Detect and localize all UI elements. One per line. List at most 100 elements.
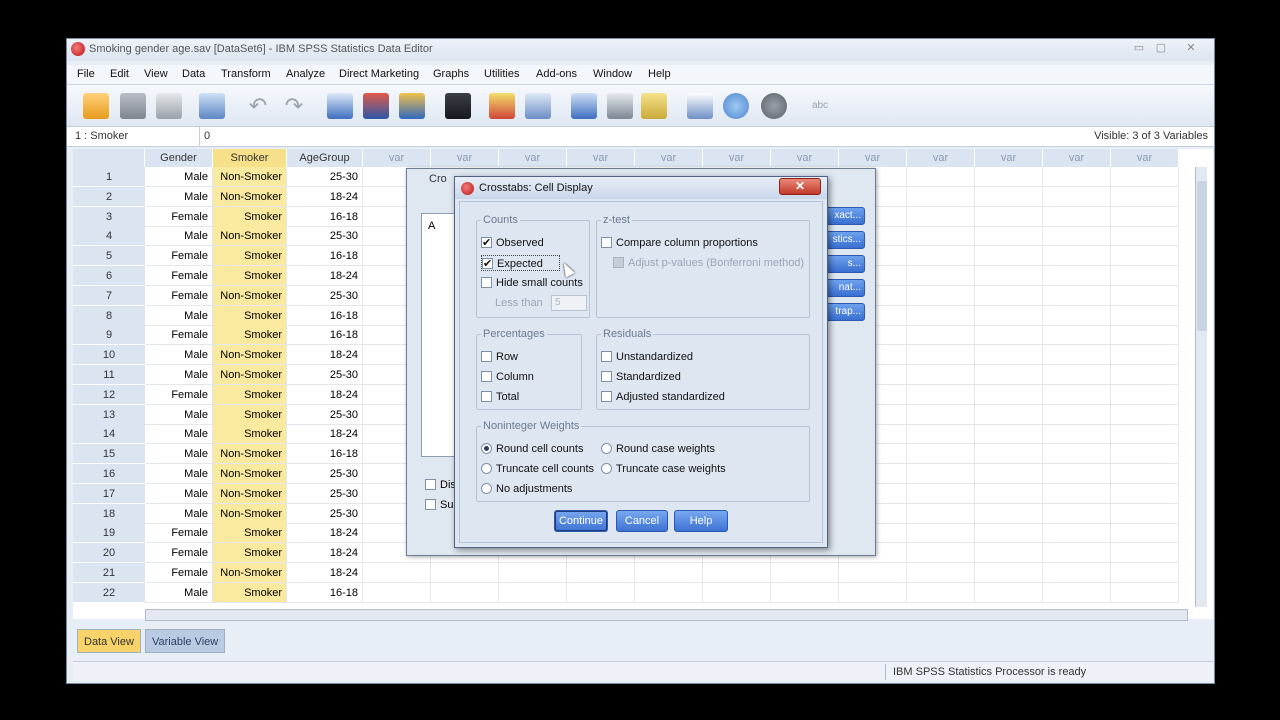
corner-cell[interactable] bbox=[73, 149, 145, 167]
tab-variable-view[interactable]: Variable View bbox=[145, 629, 226, 653]
column-header-var[interactable]: var bbox=[363, 149, 431, 167]
exact-button[interactable]: xact... bbox=[825, 207, 865, 225]
use-sets-icon[interactable] bbox=[723, 93, 749, 119]
redo-icon[interactable]: ↷ bbox=[281, 93, 307, 119]
cell-agegroup[interactable]: 16-18 bbox=[287, 246, 363, 267]
cell-empty[interactable] bbox=[1043, 464, 1111, 484]
cell-value-input[interactable]: 0 bbox=[204, 130, 210, 142]
cell-empty[interactable] bbox=[635, 582, 703, 603]
cell-empty[interactable] bbox=[1111, 246, 1179, 267]
cell-empty[interactable] bbox=[907, 503, 975, 524]
cell-agegroup[interactable]: 18-24 bbox=[287, 186, 363, 207]
cell-empty[interactable] bbox=[907, 226, 975, 247]
cell-empty[interactable] bbox=[1111, 444, 1179, 465]
format-button[interactable]: nat... bbox=[825, 279, 865, 297]
bootstrap-button[interactable]: trap... bbox=[825, 303, 865, 321]
cell-smoker[interactable]: Non-Smoker bbox=[213, 483, 287, 504]
cell-empty[interactable] bbox=[1043, 582, 1111, 603]
cell-agegroup[interactable]: 18-24 bbox=[287, 543, 363, 564]
column-header-var[interactable]: var bbox=[771, 149, 839, 167]
cell-gender[interactable]: Female bbox=[145, 266, 213, 286]
cell-empty[interactable] bbox=[1111, 305, 1179, 326]
row-number[interactable]: 7 bbox=[73, 285, 145, 306]
cell-agegroup[interactable]: 18-24 bbox=[287, 523, 363, 544]
cell-empty[interactable] bbox=[907, 167, 975, 187]
cell-empty[interactable] bbox=[907, 365, 975, 385]
cell-empty[interactable] bbox=[1111, 285, 1179, 306]
cell-gender[interactable]: Female bbox=[145, 206, 213, 227]
cell-empty[interactable] bbox=[907, 424, 975, 445]
column-header-var[interactable]: var bbox=[431, 149, 499, 167]
cell-empty[interactable] bbox=[771, 563, 839, 583]
cell-empty[interactable] bbox=[1043, 345, 1111, 366]
undo-icon[interactable]: ↶ bbox=[245, 93, 271, 119]
cell-agegroup[interactable]: 25-30 bbox=[287, 226, 363, 247]
insert-variable-icon[interactable] bbox=[525, 93, 551, 119]
cell-empty[interactable] bbox=[975, 464, 1043, 484]
cell-empty[interactable] bbox=[1111, 483, 1179, 504]
cell-empty[interactable] bbox=[1111, 404, 1179, 425]
cell-smoker[interactable]: Smoker bbox=[213, 206, 287, 227]
cell-empty[interactable] bbox=[567, 582, 635, 603]
cell-empty[interactable] bbox=[907, 384, 975, 405]
cell-empty[interactable] bbox=[975, 167, 1043, 187]
cell-empty[interactable] bbox=[975, 483, 1043, 504]
row-number[interactable]: 6 bbox=[73, 266, 145, 286]
cell-empty[interactable] bbox=[1043, 325, 1111, 346]
cell-empty[interactable] bbox=[907, 464, 975, 484]
cell-smoker[interactable]: Non-Smoker bbox=[213, 345, 287, 366]
cell-smoker[interactable]: Smoker bbox=[213, 404, 287, 425]
cell-empty[interactable] bbox=[975, 226, 1043, 247]
cell-empty[interactable] bbox=[1043, 365, 1111, 385]
spell-check-icon[interactable]: abc bbox=[807, 93, 833, 119]
suppress-tables-checkbox[interactable]: Su bbox=[425, 499, 453, 511]
statistics-button[interactable]: stics... bbox=[825, 231, 865, 249]
cell-empty[interactable] bbox=[1111, 503, 1179, 524]
cell-gender[interactable]: Male bbox=[145, 483, 213, 504]
cell-empty[interactable] bbox=[635, 563, 703, 583]
standardized-checkbox[interactable]: Standardized bbox=[601, 369, 681, 385]
cell-smoker[interactable]: Non-Smoker bbox=[213, 444, 287, 465]
print-icon[interactable] bbox=[156, 93, 182, 119]
row-number[interactable]: 2 bbox=[73, 186, 145, 207]
cell-agegroup[interactable]: 16-18 bbox=[287, 305, 363, 326]
cell-empty[interactable] bbox=[431, 582, 499, 603]
round-cell-counts-radio[interactable]: Round cell counts bbox=[481, 441, 583, 457]
menu-utilities[interactable]: Utilities bbox=[484, 68, 519, 80]
value-labels-icon[interactable] bbox=[687, 93, 713, 119]
select-cases-icon[interactable] bbox=[641, 93, 667, 119]
cell-empty[interactable] bbox=[975, 563, 1043, 583]
cell-empty[interactable] bbox=[1043, 503, 1111, 524]
cell-empty[interactable] bbox=[975, 325, 1043, 346]
cell-empty[interactable] bbox=[907, 563, 975, 583]
cell-empty[interactable] bbox=[907, 483, 975, 504]
column-header-agegroup[interactable]: AgeGroup bbox=[287, 149, 363, 167]
cell-empty[interactable] bbox=[907, 285, 975, 306]
cell-empty[interactable] bbox=[1043, 167, 1111, 187]
cell-empty[interactable] bbox=[1111, 167, 1179, 187]
column-header-var[interactable]: var bbox=[1043, 149, 1111, 167]
cell-empty[interactable] bbox=[1043, 266, 1111, 286]
row-number[interactable]: 1 bbox=[73, 167, 145, 187]
row-number[interactable]: 3 bbox=[73, 206, 145, 227]
cell-smoker[interactable]: Smoker bbox=[213, 305, 287, 326]
cell-empty[interactable] bbox=[907, 582, 975, 603]
cell-empty[interactable] bbox=[975, 246, 1043, 267]
row-number[interactable]: 13 bbox=[73, 404, 145, 425]
cell-empty[interactable] bbox=[975, 285, 1043, 306]
variable-list-item[interactable]: A bbox=[428, 220, 435, 232]
weight-cases-icon[interactable] bbox=[607, 93, 633, 119]
show-all-variables-icon[interactable] bbox=[761, 93, 787, 119]
continue-button[interactable]: Continue bbox=[554, 510, 608, 532]
cell-smoker[interactable]: Non-Smoker bbox=[213, 285, 287, 306]
variables-icon[interactable] bbox=[399, 93, 425, 119]
display-bar-charts-checkbox[interactable]: Dis bbox=[425, 479, 456, 491]
column-percent-checkbox[interactable]: Column bbox=[481, 369, 534, 385]
row-number[interactable]: 14 bbox=[73, 424, 145, 445]
cell-empty[interactable] bbox=[975, 523, 1043, 544]
cell-smoker[interactable]: Smoker bbox=[213, 582, 287, 603]
column-header-var[interactable]: var bbox=[703, 149, 771, 167]
close-dialog-button[interactable]: ✕ bbox=[779, 178, 821, 195]
cell-smoker[interactable]: Non-Smoker bbox=[213, 226, 287, 247]
no-adjustments-radio[interactable]: No adjustments bbox=[481, 481, 572, 497]
